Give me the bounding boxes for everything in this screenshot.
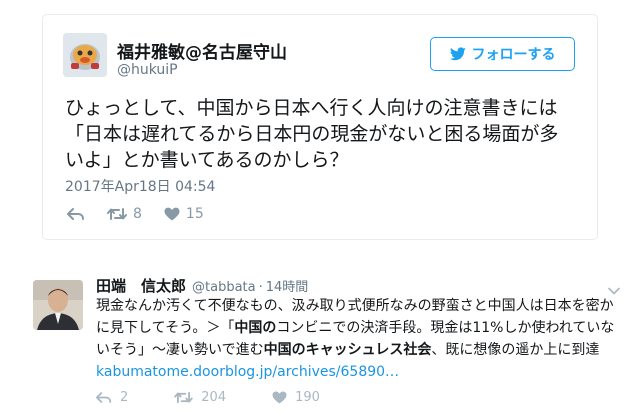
reply-button[interactable]: [67, 207, 85, 221]
avatar[interactable]: [33, 280, 83, 330]
user-handle[interactable]: @tabbata: [192, 280, 256, 295]
twitter-bird-icon: [449, 47, 466, 61]
embedded-tweet-card: 福井雅敏@名古屋守山 @hukuiP フォローする ひょっとして、中国から日本へ…: [42, 14, 598, 240]
like-button[interactable]: 190: [272, 390, 320, 405]
user-handle[interactable]: @hukuiP: [117, 62, 178, 78]
tweet-timestamp[interactable]: 2017年Apr18日 04:54: [65, 176, 215, 196]
reply-icon: [96, 392, 112, 403]
retweet-button[interactable]: 204: [174, 390, 226, 405]
retweet-count: 8: [133, 206, 142, 222]
follow-label: フォローする: [471, 47, 556, 63]
like-count: 15: [185, 206, 204, 222]
reply-count: 2: [120, 390, 129, 405]
tweet-actions: 2 204 190: [96, 390, 366, 405]
heart-icon: [272, 391, 287, 404]
retweet-count: 204: [201, 390, 227, 405]
retweet-icon: [107, 208, 127, 220]
avatar-image: [63, 33, 107, 77]
like-count: 190: [295, 390, 320, 405]
tweet-text: 現金なんか汚くて不便なもの、汲み取り式便所なみの野蛮さと中国人は日本を密かに見下…: [96, 295, 620, 383]
follow-button[interactable]: フォローする: [430, 37, 575, 71]
tweet-actions: 8 15: [67, 206, 226, 222]
chevron-down-icon: [608, 287, 620, 295]
avatar-image: [33, 280, 83, 330]
tweet-link[interactable]: kabumatome.doorblog.jp/archives/65890…: [96, 364, 399, 380]
tweet-header: 田端 信太郎 @tabbata · 14時間: [96, 275, 308, 296]
tweet-time[interactable]: 14時間: [266, 276, 309, 295]
retweet-button[interactable]: 8: [107, 206, 142, 222]
tweet-text-part: 、既に想像の遥か上に到達: [431, 342, 600, 358]
avatar[interactable]: [63, 33, 107, 77]
separator: ·: [258, 280, 263, 295]
like-button[interactable]: 15: [164, 206, 204, 222]
heart-icon: [164, 207, 180, 221]
tweet-text: ひょっとして、中国から日本へ行く人向けの注意書きには「日本は遅れてるから日本円の…: [65, 97, 559, 171]
tweet-text-bold: 中国のキャッシュレス社会: [263, 342, 432, 358]
display-name[interactable]: 福井雅敏@名古屋守山: [117, 38, 287, 63]
display-name[interactable]: 田端 信太郎: [96, 275, 186, 296]
reply-button[interactable]: 2: [96, 390, 128, 405]
reply-icon: [67, 208, 84, 220]
tweet-text-bold: 中国の: [234, 320, 277, 336]
retweet-icon: [174, 391, 194, 404]
